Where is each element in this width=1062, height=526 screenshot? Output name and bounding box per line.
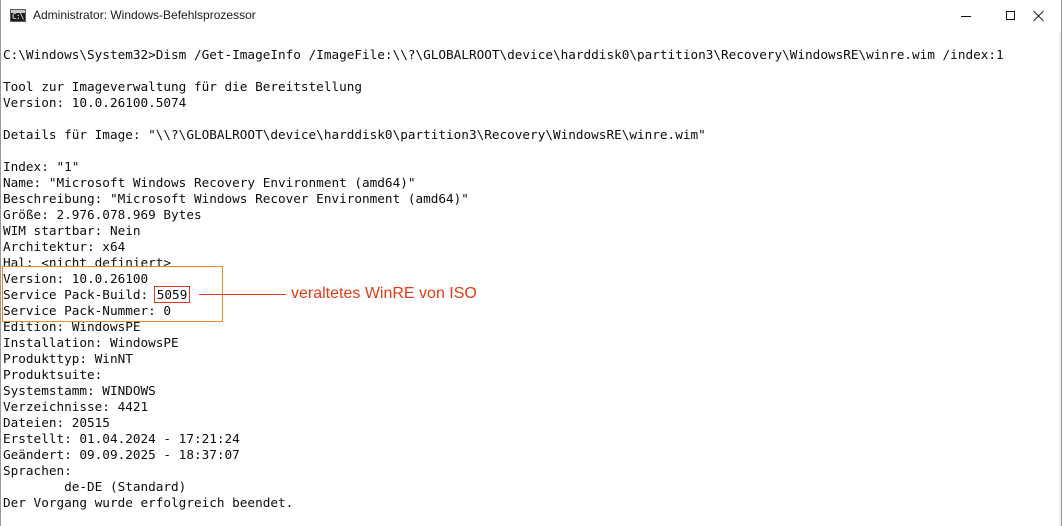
console-line: Hal: <nicht definiert> — [3, 255, 172, 270]
console-line: Der Vorgang wurde erfolgreich beendet. — [3, 495, 294, 510]
command-prompt-window: C:\ Administrator: Windows-Befehlsprozes… — [0, 0, 1062, 526]
console-line: C:\Windows\System32>Dism /Get-ImageInfo … — [3, 47, 1004, 62]
console-line: Name: "Microsoft Windows Recovery Enviro… — [3, 175, 416, 190]
console-line: Beschreibung: "Microsoft Windows Recover… — [3, 191, 469, 206]
title-bar[interactable]: C:\ Administrator: Windows-Befehlsprozes… — [1, 0, 1061, 32]
console-line: Service Pack-Build: 5059 — [3, 286, 1059, 303]
maximize-icon — [1005, 11, 1015, 20]
cmd-icon[interactable]: C:\ — [10, 9, 26, 22]
console-output[interactable]: C:\Windows\System32>Dism /Get-ImageInfo … — [3, 47, 1059, 517]
close-icon — [1033, 10, 1045, 22]
service-pack-build-label: Service Pack-Build: — [3, 287, 156, 302]
minimize-button[interactable] — [943, 0, 989, 31]
console-line: WIM startbar: Nein — [3, 223, 141, 238]
console-line: de-DE (Standard) — [3, 479, 187, 494]
window-title: Administrator: Windows-Befehlsprozessor — [33, 8, 256, 22]
console-line: Installation: WindowsPE — [3, 335, 179, 350]
cmd-icon-glyph: C:\ — [12, 12, 24, 21]
console-line: Details für Image: "\\?\GLOBALROOT\devic… — [3, 127, 706, 142]
annotation-connector-line — [199, 294, 286, 295]
close-button[interactable] — [1015, 0, 1061, 31]
console-line: Geändert: 09.09.2025 - 18:37:07 — [3, 447, 240, 462]
console-line: Service Pack-Nummer: 0 — [3, 303, 172, 318]
console-line: Produktsuite: — [3, 367, 103, 382]
console-line: Systemstamm: WINDOWS — [3, 383, 156, 398]
console-line: Sprachen: — [3, 463, 72, 478]
minimize-icon — [961, 15, 971, 17]
console-line: Tool zur Imageverwaltung für die Bereits… — [3, 79, 363, 94]
service-pack-build-value: 5059 — [153, 286, 191, 303]
console-line: Dateien: 20515 — [3, 415, 110, 430]
console-line: Erstellt: 01.04.2024 - 17:21:24 — [3, 431, 240, 446]
console-line: Version: 10.0.26100.5074 — [3, 95, 187, 110]
console-line: Index: "1" — [3, 159, 80, 174]
console-line: Version: 10.0.26100 — [3, 271, 149, 286]
console-line: Produkttyp: WinNT — [3, 351, 133, 366]
console-line: Verzeichnisse: 4421 — [3, 399, 149, 414]
console-line: Architektur: x64 — [3, 239, 126, 254]
console-line: Größe: 2.976.078.969 Bytes — [3, 207, 202, 222]
console-line: Edition: WindowsPE — [3, 319, 141, 334]
vertical-scrollbar[interactable] — [1059, 32, 1061, 526]
annotation-label: veraltetes WinRE von ISO — [291, 285, 477, 302]
